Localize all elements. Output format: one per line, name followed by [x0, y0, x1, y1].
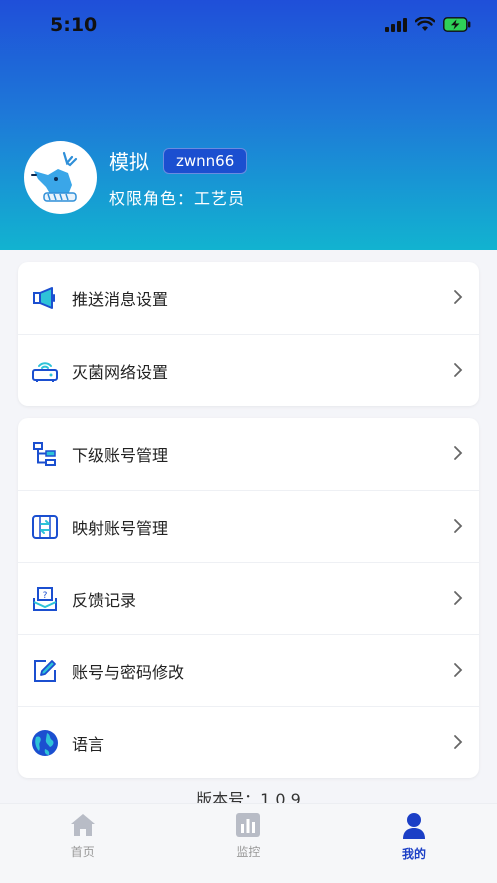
tab-label: 我的 [401, 847, 426, 861]
tab-label: 监控 [236, 845, 261, 859]
megaphone-icon [30, 283, 60, 313]
battery-charging-icon [443, 17, 471, 32]
name-row: 模拟 zwnn66 [109, 146, 248, 175]
edit-icon [30, 656, 60, 686]
chevron-right-icon [454, 519, 463, 533]
feedback-icon: ? [30, 584, 60, 614]
menu-item-label: 语言 [72, 734, 105, 754]
menu-item-push-settings[interactable]: 推送消息设置 [18, 262, 479, 334]
profile-header: 5:10 模拟 zwnn66 权限角色：工艺员 [0, 0, 497, 250]
chevron-right-icon [454, 363, 463, 377]
user-name: 模拟 [109, 150, 149, 174]
deer-avatar-icon [27, 144, 94, 211]
tab-monitor[interactable]: 监控 [166, 804, 332, 883]
wifi-icon [415, 17, 435, 31]
settings-card: 推送消息设置 灭菌网络设置 [18, 262, 479, 406]
menu-item-label: 推送消息设置 [72, 290, 169, 309]
profile-info: 模拟 zwnn66 权限角色：工艺员 [109, 146, 248, 209]
signal-icon [385, 17, 407, 32]
username-badge: zwnn66 [163, 147, 248, 174]
tab-home[interactable]: 首页 [0, 804, 166, 883]
chevron-right-icon [454, 446, 463, 460]
menu-item-label: 账号与密码修改 [72, 662, 185, 682]
profile-section: 模拟 zwnn66 权限角色：工艺员 [24, 141, 248, 214]
menu-item-feedback[interactable]: ? 反馈记录 [18, 562, 479, 634]
menu-item-language[interactable]: 语言 [18, 706, 479, 778]
account-card: 下级账号管理 映射账号管理 ? 反馈记录 账号与密码修改 语言 [18, 418, 479, 778]
menu-item-network-settings[interactable]: 灭菌网络设置 [18, 334, 479, 406]
status-icons [385, 17, 471, 32]
menu-item-sub-accounts[interactable]: 下级账号管理 [18, 418, 479, 490]
chevron-right-icon [454, 290, 463, 304]
globe-icon [30, 728, 60, 758]
mapping-icon [30, 512, 60, 542]
menu-item-label: 灭菌网络设置 [72, 362, 169, 382]
avatar[interactable] [24, 141, 97, 214]
svg-text:?: ? [43, 591, 48, 601]
status-bar: 5:10 [0, 0, 497, 54]
router-icon [30, 356, 60, 386]
chevron-right-icon [454, 591, 463, 605]
user-icon [402, 813, 425, 839]
menu-item-label: 下级账号管理 [72, 446, 169, 465]
status-time: 5:10 [50, 14, 98, 36]
menu-item-label: 反馈记录 [72, 590, 137, 610]
menu-item-mapping-accounts[interactable]: 映射账号管理 [18, 490, 479, 562]
tab-mine[interactable]: 我的 [331, 804, 497, 883]
monitor-chart-icon [236, 813, 261, 837]
chevron-right-icon [454, 735, 463, 749]
tab-label: 首页 [70, 845, 95, 859]
user-role: 权限角色：工艺员 [109, 189, 246, 208]
hierarchy-icon [30, 439, 60, 469]
home-icon [70, 814, 95, 836]
bottom-tab-bar: 首页 监控 我的 [0, 803, 497, 883]
menu-item-label: 映射账号管理 [72, 518, 169, 538]
chevron-right-icon [454, 663, 463, 677]
menu-item-password[interactable]: 账号与密码修改 [18, 634, 479, 706]
